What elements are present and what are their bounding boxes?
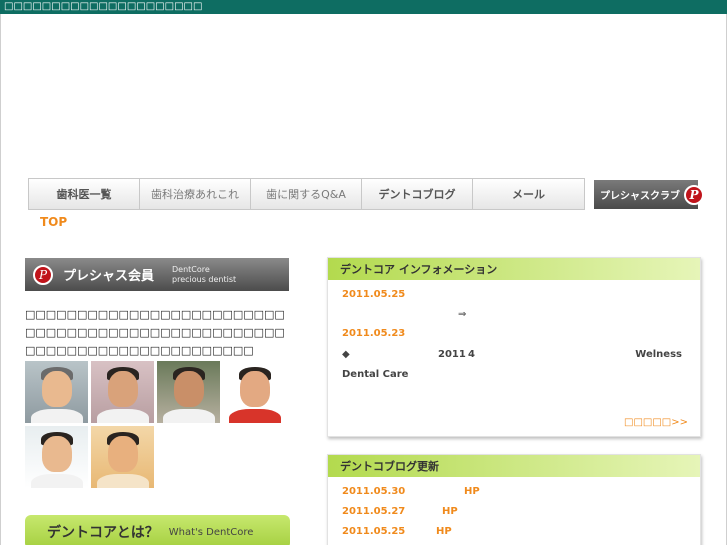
photo-coat [96, 474, 149, 488]
nav-dentist-list[interactable]: 歯科医一覧 [29, 179, 140, 209]
photo-coat [30, 409, 83, 423]
blog-entry-hp-link[interactable]: HP [436, 526, 452, 537]
info-entry-bullet: ◆ [342, 349, 350, 360]
photo-face [41, 436, 72, 472]
dentist-photo-grid [25, 361, 295, 488]
blog-entry-date: 2011.05.30 [342, 486, 406, 497]
top-header-bar: □□□□□□□□□□□□□□□□□□□□□ [0, 0, 727, 14]
info-panel: デントコア インフォメーション 2011.05.25 ⇒ 2011.05.23 … [327, 257, 701, 437]
nav-dental-qa[interactable]: 歯に関するQ&A [251, 179, 362, 209]
photo-face [239, 371, 270, 407]
nav-precious-club[interactable]: プレシャスクラブ P [594, 180, 704, 209]
dentist-photo[interactable] [25, 426, 88, 488]
info-entry-date: 2011.05.25 [342, 289, 406, 300]
photo-face [107, 436, 138, 472]
info-entry-arrow[interactable]: ⇒ [458, 309, 466, 320]
info-panel-title: デントコア インフォメーション [328, 258, 700, 280]
precious-logo-icon: P [684, 184, 704, 205]
info-entry-month: 4 [468, 349, 475, 360]
info-entry-date: 2011.05.23 [342, 328, 406, 339]
whats-dentcore-banner[interactable]: デントコアとは？ What's DentCore [25, 515, 290, 545]
blog-entry-date: 2011.05.27 [342, 506, 406, 517]
nav-blog[interactable]: デントコブログ [362, 179, 473, 209]
blog-panel: デントコブログ更新 2011.05.30 HP 2011.05.27 HP 20… [327, 454, 701, 545]
whats-dentcore-subtitle: What's DentCore [168, 526, 254, 538]
blog-entry-date: 2011.05.25 [342, 526, 406, 537]
nav-precious-club-label: プレシャスクラブ [600, 191, 680, 202]
intro-text: □□□□□□□□□□□□□□□□□□□□□□□□□□□□□□□□□□□□□□□□… [25, 308, 285, 357]
nav-mail[interactable]: メール [473, 179, 584, 209]
top-link[interactable]: TOP [40, 215, 67, 229]
dentist-photo[interactable] [91, 426, 154, 488]
photo-coat [96, 409, 149, 423]
photo-coat [162, 409, 215, 423]
blog-entry-hp-link[interactable]: HP [442, 506, 458, 517]
photo-face [173, 371, 204, 407]
subtitle-line-2: precious dentist [172, 274, 237, 284]
info-entry-dental-care[interactable]: Dental Care [342, 369, 408, 380]
photo-face [107, 371, 138, 407]
precious-member-banner[interactable]: P プレシャス会員 DentCore precious dentist [25, 258, 289, 291]
nav-dental-treatment[interactable]: 歯科治療あれこれ [140, 179, 251, 209]
info-entry-year: 2011 [438, 349, 466, 360]
dentist-photo[interactable] [25, 361, 88, 423]
dentist-photo[interactable] [223, 361, 286, 423]
blog-entry-hp-link[interactable]: HP [464, 486, 480, 497]
photo-coat [30, 474, 83, 488]
precious-member-title: プレシャス会員 [63, 269, 155, 284]
subtitle-line-1: DentCore [172, 264, 210, 274]
blog-panel-title: デントコブログ更新 [328, 455, 700, 477]
whats-dentcore-title: デントコアとは？ [47, 525, 159, 541]
info-more-link[interactable]: □□□□□>> [624, 417, 688, 428]
photo-coat [228, 409, 281, 423]
dentist-photo[interactable] [91, 361, 154, 423]
precious-member-subtitle: DentCore precious dentist [172, 265, 236, 285]
precious-member-logo-icon: P [33, 264, 53, 285]
photo-face [41, 371, 72, 407]
dentist-photo[interactable] [157, 361, 220, 423]
main-nav: 歯科医一覧 歯科治療あれこれ 歯に関するQ&A デントコブログ メール [28, 178, 585, 210]
info-entry-welness[interactable]: Welness [635, 349, 682, 360]
